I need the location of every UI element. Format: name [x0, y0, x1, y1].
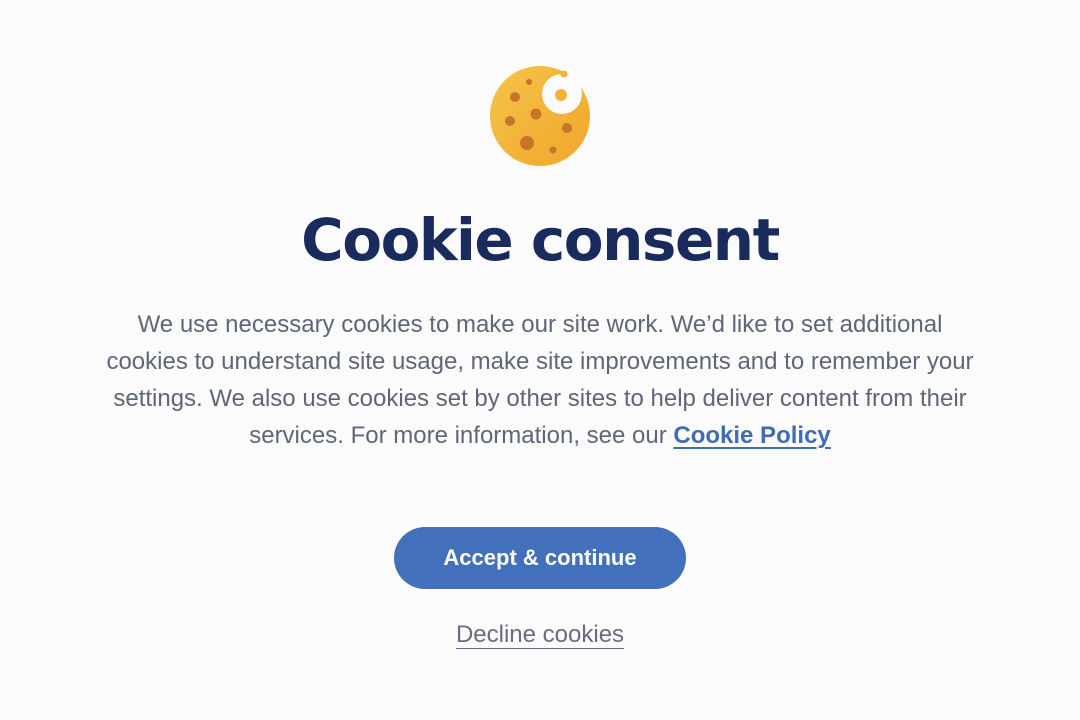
cookie-policy-link[interactable]: Cookie Policy [673, 422, 830, 449]
cookie-icon [490, 66, 590, 166]
cookie-consent-dialog: Cookie consent We use necessary cookies … [0, 0, 1080, 720]
consent-description-text: We use necessary cookies to make our sit… [106, 311, 974, 449]
decline-cookies-link[interactable]: Decline cookies [456, 621, 624, 648]
consent-description: We use necessary cookies to make our sit… [100, 306, 980, 454]
decline-cookies-row: Decline cookies [0, 618, 1080, 652]
page-title: Cookie consent [301, 206, 780, 274]
accept-continue-button[interactable]: Accept & continue [394, 527, 686, 589]
